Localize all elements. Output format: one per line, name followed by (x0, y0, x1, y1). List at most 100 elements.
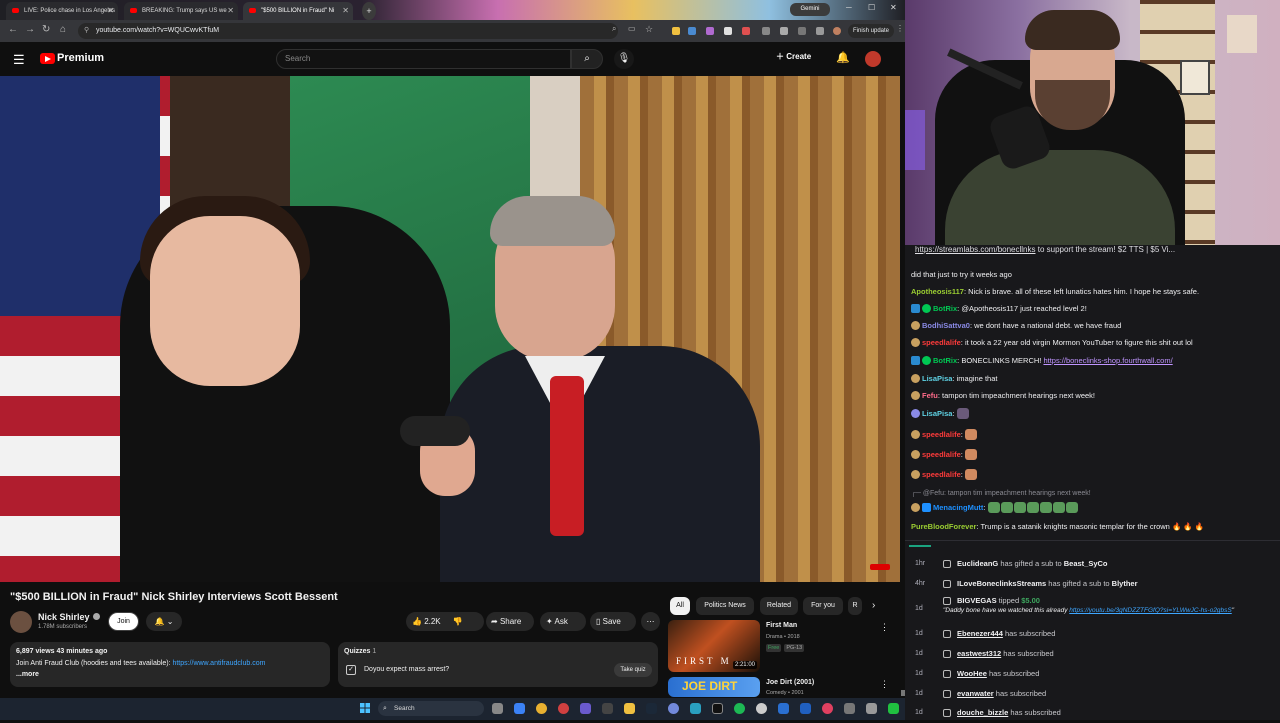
app-icon[interactable] (888, 703, 899, 714)
edge-icon[interactable] (514, 703, 525, 714)
chip-politics-news[interactable]: Politics News (696, 597, 754, 615)
close-window-icon[interactable]: ✕ (890, 3, 897, 12)
app-icon[interactable] (844, 703, 855, 714)
create-button[interactable]: ＋ Create (776, 51, 811, 62)
more-options-icon[interactable]: ⋮ (880, 679, 889, 690)
account-avatar[interactable] (865, 51, 881, 67)
event-row[interactable]: 4hr ILoveBoneclinksStreams has gifted a … (905, 574, 1280, 594)
discord-icon[interactable] (668, 703, 679, 714)
gemini-button[interactable]: Gemini (790, 3, 830, 16)
chat-username[interactable]: speedlalife (922, 470, 961, 479)
show-more-link[interactable]: ...more (16, 671, 39, 678)
like-button[interactable]: 👍 2.2K 👎 (406, 612, 484, 631)
chat-username[interactable]: Apotheosis117 (911, 287, 964, 296)
subscribe-watermark-icon[interactable] (870, 564, 890, 570)
extension-icon[interactable] (688, 27, 696, 35)
description-box[interactable]: 6,897 views 43 minutes ago Join Anti Fra… (10, 642, 330, 687)
downloads-icon[interactable] (798, 27, 806, 35)
event-row[interactable]: 1d Ebenezer444 has subscribed (905, 624, 1280, 644)
file-explorer-icon[interactable] (624, 703, 635, 714)
event-row[interactable]: 1hr EuclideanG has gifted a sub to Beast… (905, 554, 1280, 574)
event-row[interactable]: 1d douche_bizzle has subscribed (905, 703, 1280, 723)
maps-pin-icon[interactable] (822, 703, 833, 714)
subscription-bell-button[interactable]: 🔔 ⌄ (146, 612, 182, 631)
close-tab-icon[interactable]: ✕ (107, 2, 114, 20)
save-button[interactable]: ▯ Save (590, 612, 636, 631)
windows-start-icon[interactable] (360, 703, 370, 713)
chat-username[interactable]: LisaPisa (922, 374, 952, 383)
new-tab-icon[interactable]: + (362, 2, 376, 20)
chip-for-you[interactable]: For you (803, 597, 843, 615)
chat-username[interactable]: Fefu (922, 391, 938, 400)
close-tab-icon[interactable]: ✕ (342, 2, 349, 20)
steam-icon[interactable] (646, 703, 657, 714)
side-panel-icon[interactable] (780, 27, 788, 35)
search-button[interactable]: ⌕ (571, 49, 603, 69)
recommended-title[interactable]: Joe Dirt (2001) (766, 679, 814, 686)
event-row[interactable]: 1d WooHee has subscribed (905, 664, 1280, 684)
forward-icon[interactable]: → (25, 24, 35, 35)
url-field[interactable]: ⚲ youtube.com/watch?v=WQUCwvKTfuM (78, 23, 618, 39)
obs-icon[interactable] (580, 703, 591, 714)
extension-icon[interactable] (706, 27, 714, 35)
thumbs-down-icon[interactable]: 👎 (453, 617, 463, 626)
finish-update-button[interactable]: Finish update (848, 24, 894, 38)
chrome-icon[interactable] (536, 703, 547, 714)
chip-related[interactable]: Related (760, 597, 798, 615)
app-icon[interactable] (690, 703, 701, 714)
reload-icon[interactable]: ↻ (42, 24, 50, 35)
channel-name[interactable]: Nick Shirley (38, 612, 100, 622)
chevron-right-icon[interactable]: › (872, 600, 875, 611)
join-button[interactable]: Join (108, 612, 139, 631)
notifications-bell-icon[interactable]: 🔔 (836, 51, 850, 64)
ask-button[interactable]: ✦ Ask (540, 612, 586, 631)
channel-avatar[interactable] (10, 611, 32, 633)
chat-username[interactable]: BotRix (933, 356, 957, 365)
youtube-logo-icon[interactable] (40, 53, 55, 64)
app-icon[interactable] (712, 703, 723, 714)
app-icon[interactable] (778, 703, 789, 714)
youtube-brand[interactable]: Premium (57, 52, 104, 64)
chat-username[interactable]: BodhiSattva0 (922, 321, 970, 330)
more-options-icon[interactable]: ⋮ (880, 622, 889, 633)
voice-search-icon[interactable]: 🎙 (614, 49, 634, 69)
recommended-thumbnail[interactable]: JOE DIRT (668, 677, 760, 697)
chat-username[interactable]: LisaPisa (922, 409, 952, 418)
recommended-thumbnail[interactable]: FIRST M 2:21:00 (668, 620, 760, 672)
app-icon[interactable] (866, 703, 877, 714)
event-row[interactable]: 1d evanwater has subscribed (905, 684, 1280, 704)
description-link[interactable]: https://www.antifraudclub.com (172, 660, 265, 667)
chat-username[interactable]: MenacingMutt (933, 503, 983, 512)
chip-all[interactable]: All (670, 597, 690, 615)
zoom-icon[interactable]: ⌕ (612, 24, 616, 34)
back-icon[interactable]: ← (8, 24, 18, 35)
hamburger-menu-icon[interactable]: ☰ (13, 52, 25, 68)
event-row-tip[interactable]: 1d BIGVEGAS tipped $5.00 "Daddy bone hav… (905, 594, 1280, 624)
browser-tab[interactable]: LIVE: Police chase in Los Angeles ✕ (6, 2, 118, 20)
browser-tab[interactable]: BREAKING: Trump says US we ✕ (124, 2, 238, 20)
search-input[interactable]: Search (276, 49, 571, 69)
chat-username[interactable]: PureBloodForever (911, 522, 976, 531)
browser-tab-active[interactable]: "$500 BILLION in Fraud" Ni ✕ (243, 2, 353, 20)
minimize-icon[interactable]: ─ (846, 3, 852, 12)
more-actions-icon[interactable]: ⋯ (641, 612, 660, 631)
extension-icon[interactable] (672, 27, 680, 35)
profile-avatar-icon[interactable] (833, 27, 841, 35)
chat-username[interactable]: speedlalife (922, 450, 961, 459)
app-icon[interactable] (800, 703, 811, 714)
extension-icon[interactable] (724, 27, 732, 35)
ticker-link[interactable]: https://streamlabs.com/bonecllnks (915, 245, 1036, 254)
tip-message-link[interactable]: https://youtu.be/3gNDZZTFGfQ?si=YLWwJC-h… (1069, 607, 1232, 614)
video-player[interactable] (0, 76, 900, 582)
cast-icon[interactable]: ▭ (628, 24, 636, 33)
merch-link[interactable]: https://boneclinks-shop.fourthwall.com/ (1043, 356, 1172, 365)
home-icon[interactable]: ⌂ (60, 24, 66, 35)
browser-menu-icon[interactable]: ⋮ (896, 24, 904, 33)
site-info-icon[interactable]: ⚲ (84, 23, 89, 39)
taskbar-search-input[interactable]: ⌕ Search (378, 701, 484, 716)
split-view-icon[interactable] (816, 27, 824, 35)
chip-truncated[interactable]: R (848, 597, 862, 615)
recommended-title[interactable]: First Man (766, 622, 797, 629)
app-icon[interactable] (558, 703, 569, 714)
event-row[interactable]: 1d eastwest312 has subscribed (905, 644, 1280, 664)
